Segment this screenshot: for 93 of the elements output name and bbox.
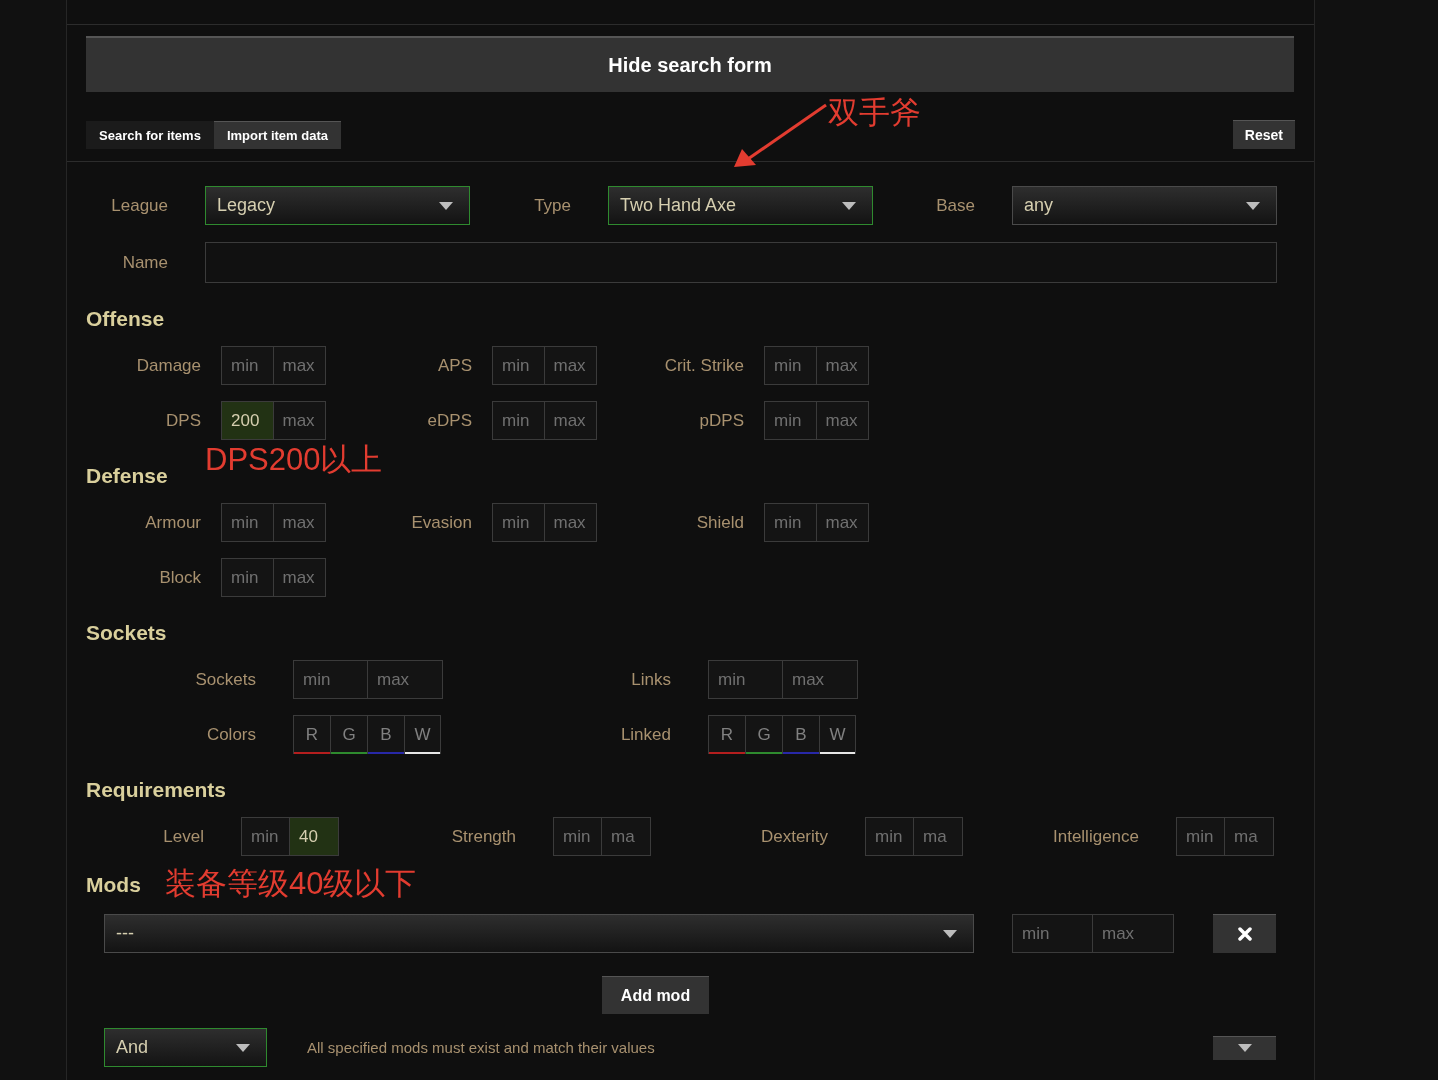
socket-field[interactable]: R: [708, 715, 745, 754]
socket-field[interactable]: B: [782, 715, 819, 754]
max-field[interactable]: max: [273, 558, 326, 597]
name-field[interactable]: [205, 242, 1277, 283]
reset-button[interactable]: Reset: [1232, 120, 1295, 149]
max-field[interactable]: max: [1093, 914, 1174, 953]
dropdown[interactable]: And: [104, 1028, 267, 1067]
max-field[interactable]: max: [816, 503, 869, 542]
max-field[interactable]: ma: [1225, 817, 1274, 856]
min-field[interactable]: min: [221, 346, 274, 385]
field-label: Linked: [619, 724, 671, 745]
min-field[interactable]: min: [764, 503, 817, 542]
min-field[interactable]: min: [492, 503, 545, 542]
field-label: Crit. Strike: [663, 355, 744, 376]
max-field[interactable]: max: [544, 503, 597, 542]
section-heading: Offense: [86, 306, 165, 332]
tab[interactable]: Search for items: [86, 121, 214, 149]
max-field[interactable]: max: [816, 346, 869, 385]
dropdown[interactable]: Legacy: [205, 186, 470, 225]
socket-field[interactable]: G: [330, 715, 367, 754]
field-label: Armour: [144, 512, 201, 533]
remove-button[interactable]: [1213, 914, 1276, 953]
field-label: Colors: [205, 724, 256, 745]
annotation-text: DPS200以上: [205, 444, 383, 475]
field-label: Sockets: [194, 669, 256, 690]
max-field[interactable]: max: [783, 660, 858, 699]
socket-field[interactable]: W: [819, 715, 856, 754]
max-field[interactable]: 40: [290, 817, 339, 856]
field-label: eDPS: [426, 410, 472, 431]
annotation-text: 双手斧: [828, 97, 921, 128]
section-heading: Defense: [86, 463, 168, 489]
max-field[interactable]: max: [368, 660, 443, 699]
section-heading: Mods: [86, 872, 141, 898]
field-label: Shield: [695, 512, 744, 533]
min-field[interactable]: min: [708, 660, 783, 699]
caret-icon: [439, 201, 453, 210]
min-field[interactable]: min: [764, 346, 817, 385]
min-field[interactable]: min: [293, 660, 368, 699]
section-heading: Sockets: [86, 620, 167, 646]
max-field[interactable]: ma: [602, 817, 651, 856]
min-field[interactable]: 200: [221, 401, 274, 440]
field-label: Type: [533, 195, 572, 216]
field-label: League: [110, 195, 169, 216]
socket-field[interactable]: B: [367, 715, 404, 754]
socket-field[interactable]: W: [404, 715, 441, 754]
field-label: Level: [162, 826, 204, 847]
min-field[interactable]: min: [221, 558, 274, 597]
add-mod-button[interactable]: Add mod: [601, 976, 710, 1014]
socket-field[interactable]: G: [745, 715, 782, 754]
max-field[interactable]: max: [816, 401, 869, 440]
max-field[interactable]: max: [544, 401, 597, 440]
field-label: APS: [436, 355, 472, 376]
field-label: Base: [935, 195, 976, 216]
min-field[interactable]: min: [764, 401, 817, 440]
field-label: Dexterity: [759, 826, 828, 847]
max-field[interactable]: max: [273, 401, 326, 440]
min-field[interactable]: min: [865, 817, 914, 856]
min-field[interactable]: min: [553, 817, 602, 856]
socket-field[interactable]: R: [293, 715, 330, 754]
dropdown[interactable]: any: [1012, 186, 1277, 225]
min-field[interactable]: min: [221, 503, 274, 542]
dropdown[interactable]: Two Hand Axe: [608, 186, 873, 225]
min-field[interactable]: min: [1176, 817, 1225, 856]
tab[interactable]: Import item data: [213, 121, 341, 149]
hide-search-form-button[interactable]: Hide search form: [86, 36, 1294, 92]
field-label: Links: [630, 669, 671, 690]
field-label: pDPS: [698, 410, 744, 431]
caret-icon: [842, 201, 856, 210]
field-label: DPS: [165, 410, 201, 431]
field-label: Strength: [450, 826, 516, 847]
min-field[interactable]: min: [492, 346, 545, 385]
max-field[interactable]: ma: [914, 817, 963, 856]
annotation-text: 装备等级40级以下: [165, 868, 417, 899]
field-label: Name: [121, 252, 169, 273]
field-label: Damage: [135, 355, 201, 376]
max-field[interactable]: max: [544, 346, 597, 385]
toggle-button[interactable]: [1213, 1035, 1276, 1060]
caret-icon: [943, 929, 957, 938]
min-field[interactable]: min: [1012, 914, 1093, 953]
dropdown[interactable]: ---: [104, 914, 974, 953]
section-heading: Requirements: [86, 777, 227, 803]
min-field[interactable]: min: [241, 817, 290, 856]
max-field[interactable]: max: [273, 503, 326, 542]
min-field[interactable]: min: [492, 401, 545, 440]
max-field[interactable]: max: [273, 346, 326, 385]
field-label: Block: [158, 567, 201, 588]
field-label: Intelligence: [1052, 826, 1139, 847]
caret-icon: [236, 1043, 250, 1052]
field-label: Evasion: [410, 512, 472, 533]
caret-icon: [1237, 1044, 1252, 1052]
mod-group-description: All specified mods must exist and match their values: [307, 1039, 656, 1056]
caret-icon: [1246, 201, 1260, 210]
close-icon: [1237, 927, 1252, 941]
